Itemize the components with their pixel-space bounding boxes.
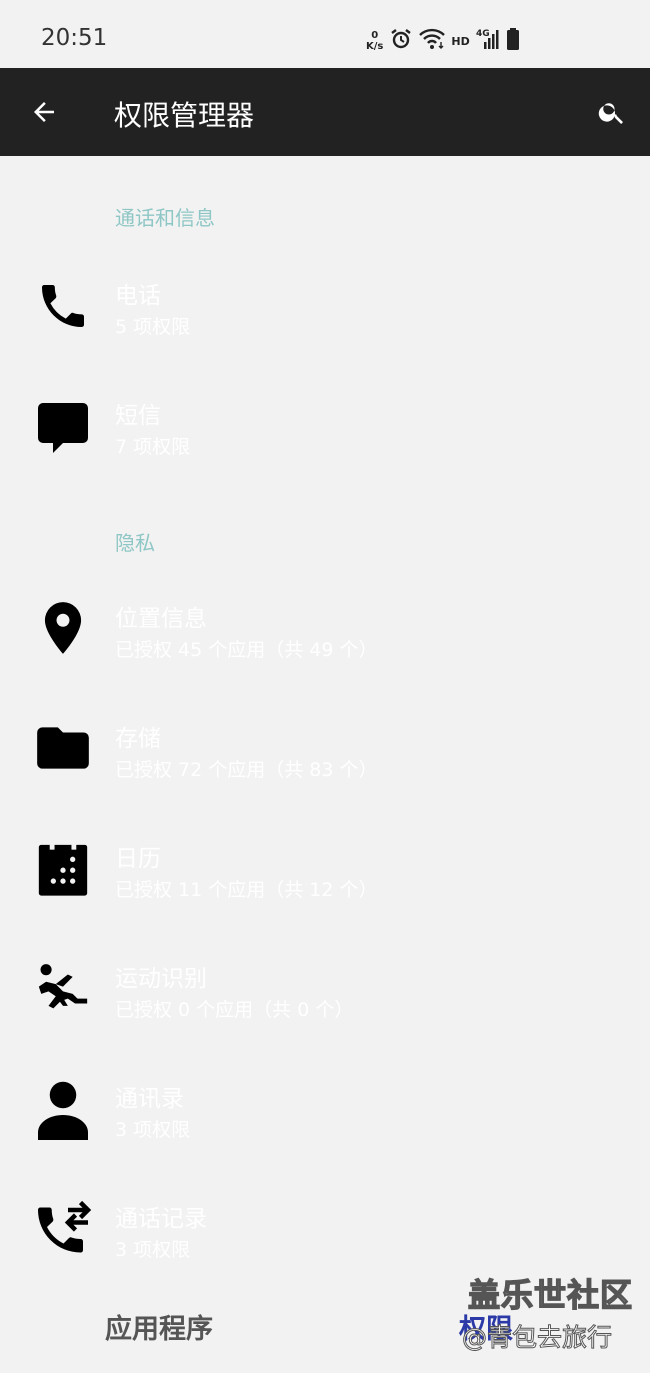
permission-subtitle: 3 项权限 xyxy=(115,1239,191,1261)
permission-title: 日历 xyxy=(115,846,161,872)
back-button[interactable] xyxy=(22,90,66,134)
folder-icon xyxy=(32,717,94,779)
watermark-author: @青包去旅行 xyxy=(461,1323,613,1353)
status-time: 20:51 xyxy=(41,25,108,51)
section-header-calls: 通话和信息 xyxy=(115,206,215,230)
permission-title: 运动识别 xyxy=(115,966,207,992)
permission-title: 存储 xyxy=(115,726,161,752)
permission-row-activity[interactable]: 运动识别 已授权 0 个应用（共 0 个） xyxy=(0,933,650,1043)
permission-row-sms[interactable]: 短信 7 项权限 xyxy=(0,370,650,480)
apps-button[interactable]: 应用程序 xyxy=(105,1307,213,1346)
net-speed: 0 K/s xyxy=(366,30,383,52)
permission-subtitle: 3 项权限 xyxy=(115,1119,191,1141)
wifi-icon xyxy=(419,28,446,54)
permission-subtitle: 已授权 45 个应用（共 49 个） xyxy=(115,639,378,661)
permission-row-call-log[interactable]: 通话记录 3 项权限 xyxy=(0,1173,650,1283)
permission-row-storage[interactable]: 存储 已授权 72 个应用（共 83 个） xyxy=(0,693,650,803)
arrow-back-icon xyxy=(34,102,54,122)
status-bar: 20:51 0 K/s HD 4G xyxy=(0,0,650,68)
location-icon xyxy=(32,597,94,659)
activity-icon xyxy=(32,958,94,1020)
net-speed-value: 0 xyxy=(371,30,379,41)
permission-title: 短信 xyxy=(115,403,161,429)
permission-title: 通讯录 xyxy=(115,1086,184,1112)
net-speed-unit: K/s xyxy=(366,41,384,52)
alarm-icon xyxy=(389,27,413,55)
permission-subtitle: 已授权 0 个应用（共 0 个） xyxy=(115,999,354,1021)
permission-subtitle: 5 项权限 xyxy=(115,316,191,338)
svg-text:4G: 4G xyxy=(476,29,490,39)
hd-label: HD xyxy=(451,34,470,48)
permission-subtitle: 7 项权限 xyxy=(115,436,191,458)
sms-icon xyxy=(32,397,94,459)
permission-row-location[interactable]: 位置信息 已授权 45 个应用（共 49 个） xyxy=(0,573,650,683)
contacts-icon xyxy=(32,1079,94,1141)
permission-title: 通话记录 xyxy=(115,1206,207,1232)
call-log-icon xyxy=(32,1199,94,1261)
section-header-privacy: 隐私 xyxy=(115,531,155,555)
permission-row-contacts[interactable]: 通讯录 3 项权限 xyxy=(0,1053,650,1163)
permission-row-phone[interactable]: 电话 5 项权限 xyxy=(0,250,650,360)
search-icon xyxy=(598,103,623,124)
permission-row-calendar[interactable]: 日历 已授权 11 个应用（共 12 个） xyxy=(0,813,650,923)
permission-subtitle: 已授权 72 个应用（共 83 个） xyxy=(115,759,378,781)
phone-icon xyxy=(32,275,94,337)
battery-icon xyxy=(506,27,520,55)
page-title: 权限管理器 xyxy=(114,99,255,132)
search-button[interactable] xyxy=(590,90,634,134)
permission-title: 电话 xyxy=(115,283,161,309)
app-bar: 权限管理器 xyxy=(0,68,650,156)
permission-subtitle: 已授权 11 个应用（共 12 个） xyxy=(115,879,378,901)
signal-icon: 4G xyxy=(476,27,500,55)
calendar-icon xyxy=(32,838,94,900)
permission-title: 位置信息 xyxy=(115,606,207,632)
status-icons: 0 K/s HD 4G xyxy=(366,26,520,56)
